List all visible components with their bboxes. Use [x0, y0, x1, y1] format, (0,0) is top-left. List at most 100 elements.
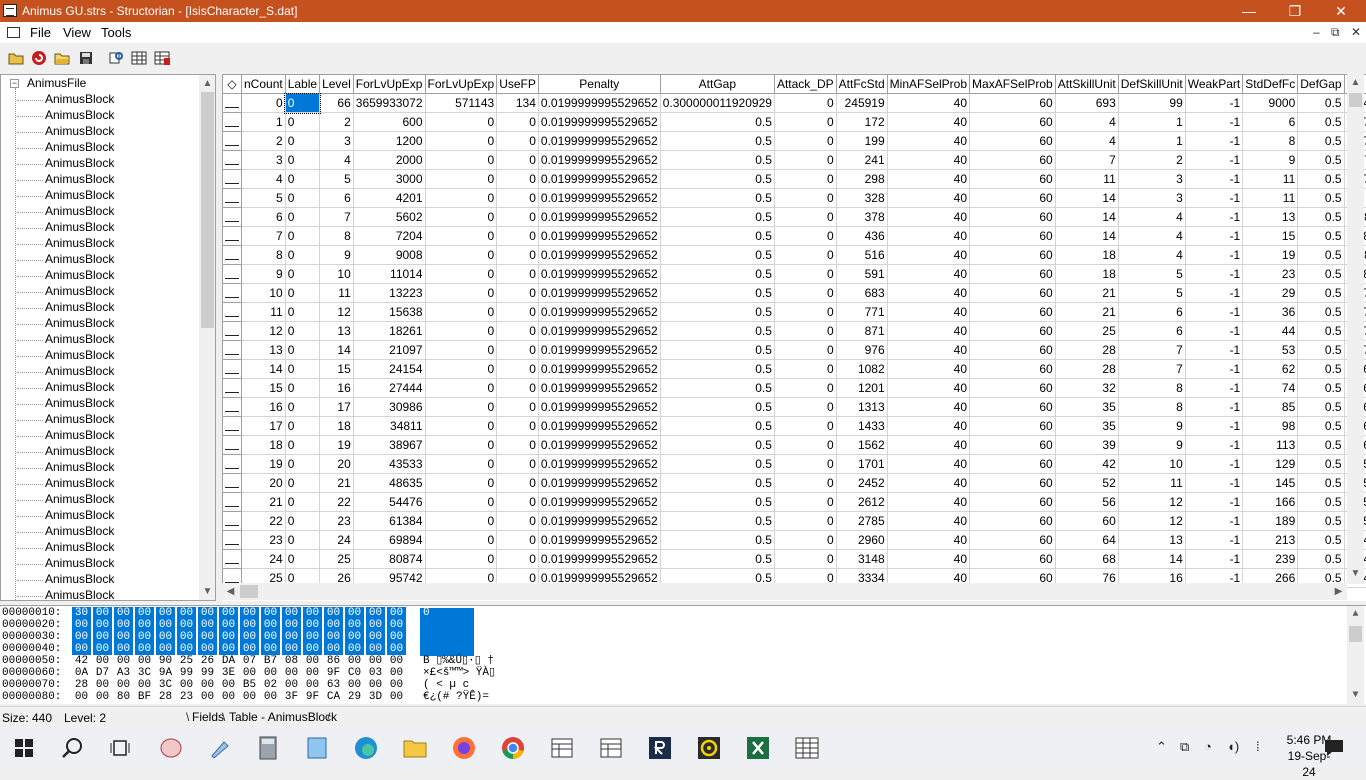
- table-cell[interactable]: 38967: [353, 436, 425, 455]
- table-cell[interactable]: 18: [242, 436, 286, 455]
- grid-hscroll-thumb[interactable]: [240, 585, 258, 598]
- row-header[interactable]: [223, 170, 242, 189]
- table-cell[interactable]: 0: [774, 94, 836, 113]
- table-cell[interactable]: 0: [497, 379, 539, 398]
- table-cell[interactable]: 0: [497, 512, 539, 531]
- table-cell[interactable]: 60: [970, 303, 1056, 322]
- table-cell[interactable]: 40: [887, 455, 969, 474]
- table-cell[interactable]: 0: [774, 265, 836, 284]
- table-cell[interactable]: 28: [1055, 341, 1118, 360]
- hex-byte[interactable]: 00: [114, 607, 133, 619]
- table-cell[interactable]: 3: [1118, 189, 1185, 208]
- table-cell[interactable]: 5: [242, 189, 286, 208]
- tree-item-animusblock[interactable]: AnimusBlock: [45, 156, 114, 170]
- hex-byte[interactable]: 00: [114, 631, 133, 643]
- hex-byte[interactable]: 00: [303, 655, 322, 667]
- table-cell[interactable]: -1: [1185, 208, 1242, 227]
- table-cell[interactable]: 60: [970, 246, 1056, 265]
- table-cell[interactable]: 69894: [353, 531, 425, 550]
- table-cell[interactable]: -1: [1185, 512, 1242, 531]
- table-cell[interactable]: 60: [970, 474, 1056, 493]
- table-cell[interactable]: 15: [1243, 227, 1298, 246]
- task-view-icon[interactable]: [106, 734, 134, 762]
- hex-byte[interactable]: 3C: [135, 667, 154, 679]
- table-cell[interactable]: 40: [887, 493, 969, 512]
- table-cell[interactable]: 18: [1055, 265, 1118, 284]
- table-cell[interactable]: 0: [497, 265, 539, 284]
- row-header[interactable]: [223, 227, 242, 246]
- table-cell[interactable]: 693: [1055, 94, 1118, 113]
- table-cell[interactable]: 0: [774, 550, 836, 569]
- row-header[interactable]: [223, 398, 242, 417]
- table-cell[interactable]: 0: [425, 360, 497, 379]
- tree-item-animusblock[interactable]: AnimusBlock: [45, 284, 114, 298]
- hex-byte[interactable]: 00: [198, 643, 217, 655]
- table-cell[interactable]: 0: [774, 227, 836, 246]
- tree-item-animusblock[interactable]: AnimusBlock: [45, 364, 114, 378]
- table-cell[interactable]: 14: [1055, 189, 1118, 208]
- table-row[interactable]: 1101215638000.01999999955296520.50771406…: [223, 303, 1366, 322]
- table-cell[interactable]: 600: [353, 113, 425, 132]
- row-header[interactable]: [223, 360, 242, 379]
- table-cell[interactable]: 19: [320, 436, 354, 455]
- row-header[interactable]: [223, 189, 242, 208]
- table-cell[interactable]: 0.5: [1298, 113, 1344, 132]
- hex-byte[interactable]: 90: [156, 655, 175, 667]
- table-cell[interactable]: 0: [242, 94, 286, 113]
- table-cell[interactable]: 0.300000011920929: [660, 94, 774, 113]
- table-cell[interactable]: 0.5: [1298, 398, 1344, 417]
- hex-byte[interactable]: 00: [345, 631, 364, 643]
- row-header[interactable]: [223, 208, 242, 227]
- table-cell[interactable]: 6: [1118, 322, 1185, 341]
- table-cell[interactable]: 40: [887, 132, 969, 151]
- grid-scroll-up-icon[interactable]: ▲: [1347, 74, 1364, 91]
- table-cell[interactable]: 60: [970, 455, 1056, 474]
- hex-byte[interactable]: 00: [219, 691, 238, 703]
- table-cell[interactable]: 9: [1118, 436, 1185, 455]
- table-cell[interactable]: 85: [1243, 398, 1298, 417]
- hex-byte[interactable]: 00: [261, 631, 280, 643]
- table-cell[interactable]: 0.5: [1298, 322, 1344, 341]
- table-cell[interactable]: 0.5: [660, 189, 774, 208]
- table-cell[interactable]: 40: [887, 512, 969, 531]
- hex-byte[interactable]: 00: [387, 631, 406, 643]
- table-cell[interactable]: 436: [836, 227, 887, 246]
- table-cell[interactable]: 36: [1243, 303, 1298, 322]
- table-row[interactable]: 1601730986000.01999999955296520.50131340…: [223, 398, 1366, 417]
- hex-byte[interactable]: 00: [156, 619, 175, 631]
- hex-byte[interactable]: 00: [282, 679, 301, 691]
- table-cell[interactable]: 24: [242, 550, 286, 569]
- table-cell[interactable]: 40: [887, 550, 969, 569]
- hex-scrollbar[interactable]: ▲ ▼: [1347, 606, 1364, 704]
- table-cell[interactable]: 60: [970, 227, 1056, 246]
- hex-byte[interactable]: 00: [135, 631, 154, 643]
- tab-fields[interactable]: Fields: [192, 710, 224, 724]
- table-row[interactable]: 7087204000.01999999955296520.50436406014…: [223, 227, 1366, 246]
- table-cell[interactable]: 0.5: [660, 436, 774, 455]
- table-cell[interactable]: 40: [887, 94, 969, 113]
- table-cell[interactable]: 0: [774, 531, 836, 550]
- table-cell[interactable]: 0.5: [660, 246, 774, 265]
- table-cell[interactable]: 99: [1118, 94, 1185, 113]
- table-cell[interactable]: 9: [242, 265, 286, 284]
- table-row[interactable]: 1001113223000.01999999955296520.50683406…: [223, 284, 1366, 303]
- hex-byte[interactable]: 00: [219, 619, 238, 631]
- refresh-icon[interactable]: [30, 49, 48, 67]
- table-cell[interactable]: 40: [887, 341, 969, 360]
- table-row[interactable]: 2002148635000.01999999955296520.50245240…: [223, 474, 1366, 493]
- table-cell[interactable]: 60: [970, 322, 1056, 341]
- table-cell[interactable]: 0: [774, 341, 836, 360]
- table-cell[interactable]: 0.0199999995529652: [538, 151, 660, 170]
- hex-byte[interactable]: 00: [387, 643, 406, 655]
- table-cell[interactable]: 0.5: [1298, 474, 1344, 493]
- table-cell[interactable]: 21097: [353, 341, 425, 360]
- table-cell[interactable]: 0: [774, 151, 836, 170]
- table-cell[interactable]: 0: [774, 474, 836, 493]
- table-cell[interactable]: 60: [970, 132, 1056, 151]
- table-cell[interactable]: 0.5: [1298, 417, 1344, 436]
- table-cell[interactable]: 6: [320, 189, 354, 208]
- table-cell[interactable]: 0: [285, 531, 319, 550]
- table-cell[interactable]: 8: [242, 246, 286, 265]
- row-header[interactable]: [223, 132, 242, 151]
- table-cell[interactable]: 60: [970, 360, 1056, 379]
